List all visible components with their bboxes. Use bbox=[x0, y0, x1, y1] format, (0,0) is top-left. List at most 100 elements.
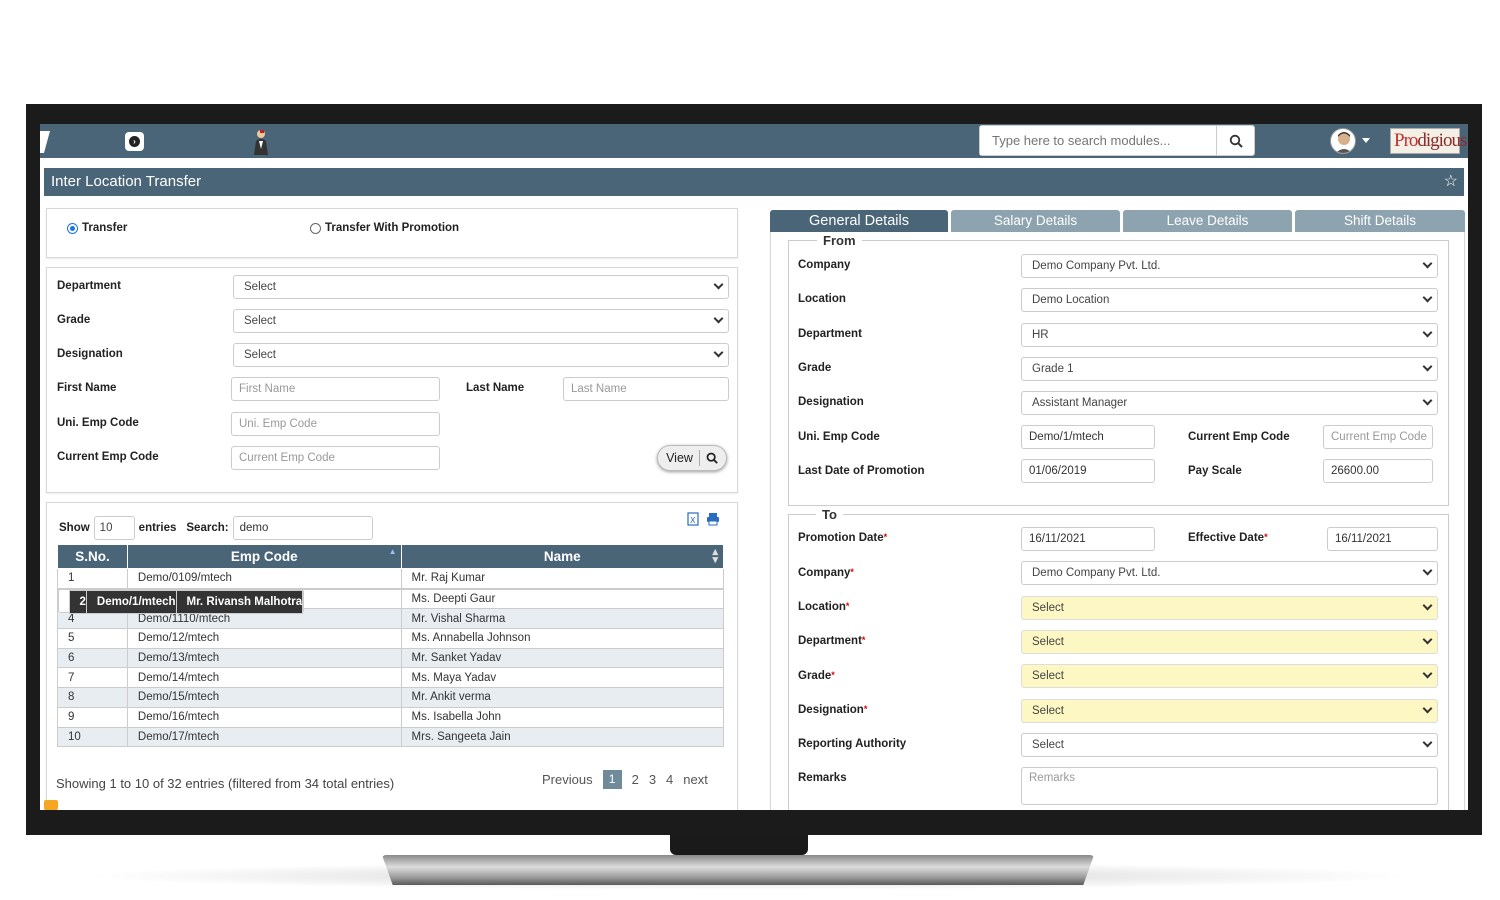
table-row[interactable]: 5 Demo/12/mtech Ms. Annabella Johnson bbox=[57, 628, 725, 649]
module-search-input[interactable] bbox=[980, 126, 1216, 155]
table-search-label: Search: bbox=[186, 522, 229, 534]
pagination-page-2[interactable]: 2 bbox=[632, 772, 639, 787]
tab-shift-details[interactable]: Shift Details bbox=[1295, 210, 1465, 232]
to-grade-select[interactable]: Select bbox=[1021, 664, 1438, 688]
row-sno: 10 bbox=[57, 726, 128, 748]
reporting-authority-select[interactable]: Select bbox=[1021, 733, 1438, 757]
show-label: Show bbox=[59, 522, 90, 534]
chevron-down-icon bbox=[1422, 327, 1433, 338]
column-header-emp-code[interactable]: Emp Code ▲ bbox=[126, 544, 402, 569]
from-location-select[interactable]: Demo Location bbox=[1021, 288, 1438, 312]
menu-edge-icon[interactable] bbox=[40, 131, 50, 153]
from-current-emp-code-input[interactable]: Current Emp Code bbox=[1323, 425, 1433, 449]
tab-leave-details[interactable]: Leave Details bbox=[1123, 210, 1292, 232]
sort-asc-icon: ▲ bbox=[388, 547, 397, 556]
from-grade-label: Grade bbox=[798, 362, 832, 374]
view-button[interactable]: View bbox=[657, 445, 727, 471]
last-name-label: Last Name bbox=[466, 382, 525, 394]
table-row[interactable]: 1 Demo/0109/mtech Mr. Raj Kumar bbox=[57, 568, 725, 589]
remarks-label: Remarks bbox=[798, 772, 847, 784]
search-button[interactable] bbox=[1216, 126, 1254, 155]
effective-date-input[interactable]: 16/11/2021 bbox=[1327, 527, 1438, 551]
pay-scale-input[interactable]: 26600.00 bbox=[1323, 459, 1433, 483]
last-date-of-promotion-input[interactable]: 01/06/2019 bbox=[1021, 459, 1155, 483]
current-emp-code-input[interactable]: Current Emp Code bbox=[231, 446, 440, 470]
pagination-previous[interactable]: Previous bbox=[542, 772, 593, 787]
radio-transfer-with-promotion-label: Transfer With Promotion bbox=[325, 222, 460, 234]
first-name-input[interactable]: First Name bbox=[231, 377, 440, 401]
column-header-name[interactable]: Name ▴ ▾ bbox=[400, 544, 725, 569]
user-avatar[interactable] bbox=[1330, 128, 1356, 154]
to-company-value: Demo Company Pvt. Ltd. bbox=[1032, 567, 1161, 579]
remarks-textarea[interactable]: Remarks bbox=[1021, 767, 1438, 805]
row-sno: 6 bbox=[57, 647, 128, 669]
table-row[interactable]: 2 Demo/1/mtech Mr. Rivansh Malhotra bbox=[57, 588, 305, 614]
navigate-circle-icon[interactable]: › bbox=[125, 132, 144, 151]
from-company-label: Company bbox=[798, 259, 851, 271]
to-department-select[interactable]: Select bbox=[1021, 630, 1438, 654]
to-location-select[interactable]: Select bbox=[1021, 596, 1438, 620]
to-fieldset bbox=[788, 514, 1449, 810]
from-designation-value: Assistant Manager bbox=[1032, 397, 1128, 409]
last-name-input[interactable]: Last Name bbox=[563, 377, 729, 401]
top-navbar: › Prodigious bbox=[40, 124, 1468, 158]
radio-transfer[interactable]: Transfer bbox=[67, 222, 127, 234]
grade-select[interactable]: Select bbox=[233, 309, 729, 333]
tab-general-details[interactable]: General Details bbox=[770, 210, 948, 232]
chevron-down-icon bbox=[1422, 565, 1433, 576]
to-designation-select[interactable]: Select bbox=[1021, 699, 1438, 723]
uni-emp-code-input[interactable]: Uni. Emp Code bbox=[231, 412, 440, 436]
print-icon[interactable] bbox=[706, 512, 720, 526]
pagination-next[interactable]: next bbox=[683, 772, 708, 787]
favorite-star-icon[interactable]: ☆ bbox=[1444, 168, 1458, 196]
pagination: Previous 1 2 3 4 next bbox=[542, 770, 708, 789]
table-row[interactable]: 9 Demo/16/mtech Ms. Isabella John bbox=[57, 706, 725, 728]
from-department-select[interactable]: HR bbox=[1021, 323, 1438, 347]
person-icon[interactable] bbox=[252, 129, 270, 155]
collapse-toggle-icon[interactable] bbox=[44, 800, 58, 810]
promotion-date-input[interactable]: 16/11/2021 bbox=[1021, 527, 1155, 551]
row-sno: 2 bbox=[68, 589, 87, 614]
table-row[interactable]: 8 Demo/15/mtech Mr. Ankit verma bbox=[57, 687, 725, 708]
row-name: Ms. Annabella Johnson bbox=[400, 628, 725, 649]
tab-salary-details[interactable]: Salary Details bbox=[951, 210, 1120, 232]
radio-transfer-with-promotion[interactable]: Transfer With Promotion bbox=[310, 222, 459, 234]
column-header-sno[interactable]: S.No. bbox=[57, 544, 128, 569]
to-company-select[interactable]: Demo Company Pvt. Ltd. bbox=[1021, 561, 1438, 585]
department-select[interactable]: Select bbox=[233, 275, 729, 299]
chevron-down-icon bbox=[1422, 361, 1433, 372]
table-row[interactable]: 6 Demo/13/mtech Mr. Sanket Yadav bbox=[57, 647, 725, 669]
from-designation-select[interactable]: Assistant Manager bbox=[1021, 391, 1438, 415]
table-length-control: Show 10 entries Search: demo bbox=[59, 516, 373, 540]
chevron-down-icon bbox=[1422, 634, 1433, 645]
radio-transfer-control[interactable] bbox=[67, 222, 78, 234]
designation-select[interactable]: Select bbox=[233, 343, 729, 367]
pagination-page-1[interactable]: 1 bbox=[602, 770, 622, 789]
from-grade-select[interactable]: Grade 1 bbox=[1021, 357, 1438, 381]
table-row[interactable]: 7 Demo/14/mtech Ms. Maya Yadav bbox=[57, 667, 725, 689]
entries-select[interactable]: 10 bbox=[93, 516, 135, 540]
user-menu-chevron-down-icon[interactable] bbox=[1362, 138, 1370, 143]
row-emp-code: Demo/1/mtech bbox=[85, 589, 177, 614]
name-header-label: Name bbox=[543, 549, 581, 564]
pagination-page-4[interactable]: 4 bbox=[666, 772, 673, 787]
sort-both-icon: ▴ ▾ bbox=[712, 546, 718, 566]
pay-scale-label: Pay Scale bbox=[1188, 465, 1242, 477]
table-search-input[interactable]: demo bbox=[232, 516, 373, 540]
from-current-emp-code-label: Current Emp Code bbox=[1188, 431, 1290, 443]
from-designation-label: Designation bbox=[798, 396, 864, 408]
radio-transfer-with-promotion-control[interactable] bbox=[310, 222, 321, 234]
table-row[interactable]: 10 Demo/17/mtech Mrs. Sangeeta Jain bbox=[57, 726, 725, 748]
from-company-select[interactable]: Demo Company Pvt. Ltd. bbox=[1021, 254, 1438, 278]
prodigious-logo: Prodigious bbox=[1390, 128, 1467, 154]
radio-transfer-label: Transfer bbox=[82, 222, 128, 234]
export-excel-icon[interactable]: X bbox=[687, 512, 700, 526]
from-department-value: HR bbox=[1032, 329, 1049, 341]
row-name: Mr. Ankit verma bbox=[400, 687, 725, 708]
from-uni-emp-code-input[interactable]: Demo/1/mtech bbox=[1021, 425, 1155, 449]
last-date-of-promotion-label: Last Date of Promotion bbox=[798, 465, 925, 477]
chevron-down-icon bbox=[1422, 668, 1433, 679]
pagination-page-3[interactable]: 3 bbox=[649, 772, 656, 787]
reporting-authority-value: Select bbox=[1032, 739, 1064, 751]
chevron-down-icon bbox=[1422, 703, 1433, 714]
